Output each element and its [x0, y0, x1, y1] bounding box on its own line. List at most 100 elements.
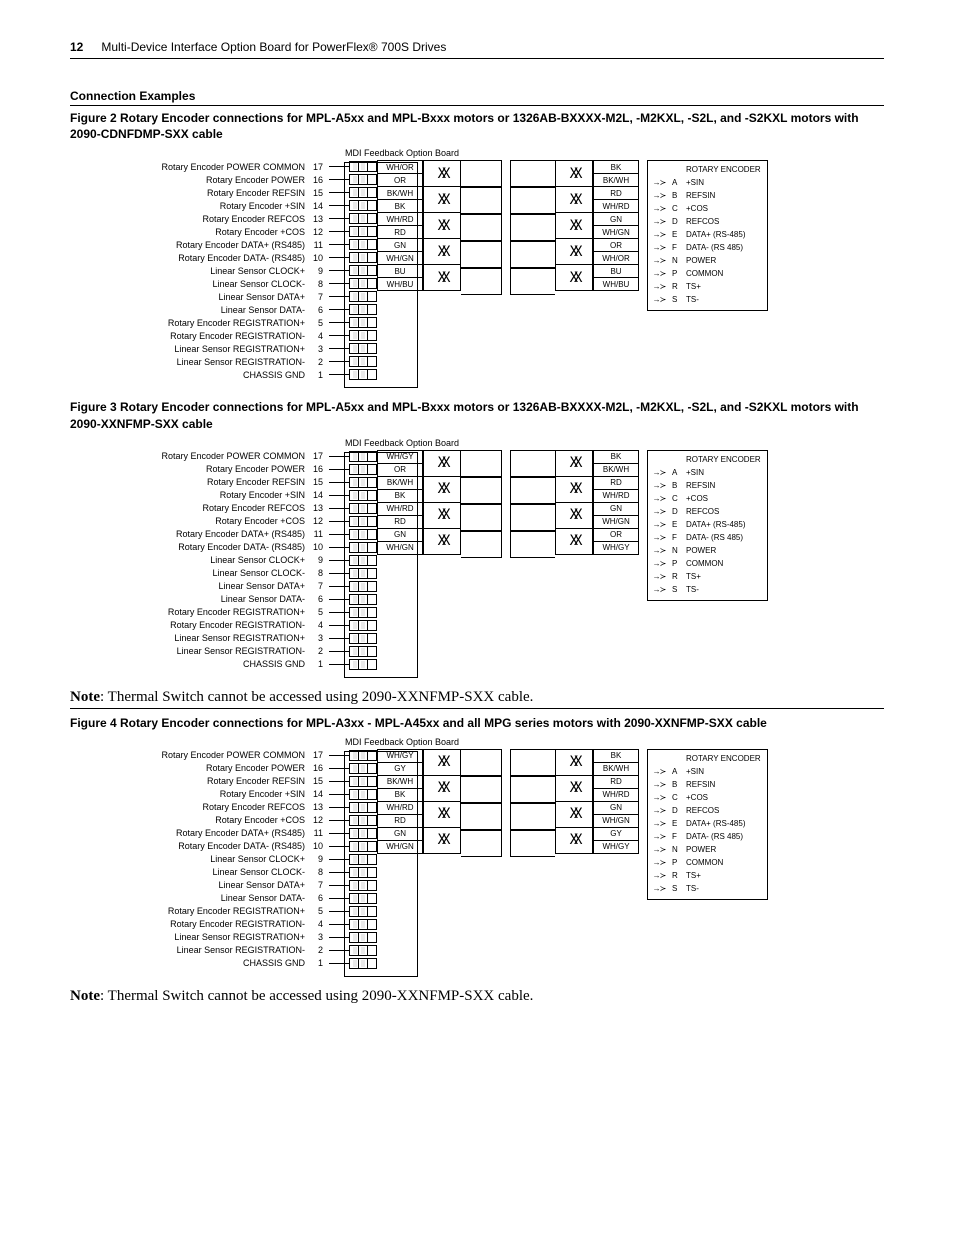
encoder-pin-label: TS+ [686, 282, 701, 291]
encoder-pin-row: →≻C+COS [650, 791, 761, 804]
pin-row: Linear Sensor REGISTRATION-2 [87, 944, 377, 957]
mdi-board-label: MDI Feedback Option Board [345, 438, 867, 448]
pin-row: Linear Sensor DATA-6 [87, 593, 377, 606]
pin-number: 14 [309, 789, 329, 799]
cable-segment [461, 776, 555, 803]
pin-number: 4 [309, 331, 329, 341]
arrow-icon: →≻ [650, 282, 668, 291]
twisted-pair-icon: XX [555, 239, 593, 265]
encoder-pin-letter: B [672, 191, 682, 200]
pin-number: 4 [309, 620, 329, 630]
pin-number: 2 [309, 945, 329, 955]
pin-label: Rotary Encoder REFCOS [87, 802, 309, 812]
arrow-icon: →≻ [650, 819, 668, 828]
arrow-icon: →≻ [650, 871, 668, 880]
wire-color-cell: GN [593, 213, 639, 226]
pin-row: Rotary Encoder POWER16 [87, 762, 377, 775]
cable-segment [461, 241, 555, 268]
pin-row: Linear Sensor DATA+7 [87, 580, 377, 593]
pin-label: Rotary Encoder REGISTRATION- [87, 919, 309, 929]
pin-number: 8 [309, 279, 329, 289]
note-line-2: Note: Thermal Switch cannot be accessed … [70, 988, 884, 1007]
pin-row: Rotary Encoder POWER16 [87, 463, 377, 476]
arrow-icon: →≻ [650, 585, 668, 594]
pin-number: 6 [309, 594, 329, 604]
pin-row: Linear Sensor CLOCK+9 [87, 554, 377, 567]
encoder-pin-label: COMMON [686, 559, 723, 568]
pin-label: Linear Sensor CLOCK+ [87, 266, 309, 276]
pin-label: CHASSIS GND [87, 659, 309, 669]
encoder-pin-letter: E [672, 520, 682, 529]
pin-row: Linear Sensor REGISTRATION-2 [87, 645, 377, 658]
arrow-icon: →≻ [650, 533, 668, 542]
pin-number: 5 [309, 906, 329, 916]
arrow-icon: →≻ [650, 806, 668, 815]
pin-label: Rotary Encoder +COS [87, 516, 309, 526]
wire-color-cell: BK [593, 749, 639, 763]
wire-color-cell: RD [593, 477, 639, 490]
pin-label: Rotary Encoder REFCOS [87, 214, 309, 224]
twisted-pair-icon: XX [423, 213, 461, 239]
pin-row: Rotary Encoder REGISTRATION+5 [87, 316, 377, 329]
encoder-pin-label: REFCOS [686, 507, 719, 516]
pin-label: Rotary Encoder DATA- (RS485) [87, 542, 309, 552]
pin-label: Rotary Encoder +SIN [87, 201, 309, 211]
pin-row: Rotary Encoder REGISTRATION-4 [87, 329, 377, 342]
arrow-icon: →≻ [650, 230, 668, 239]
arrow-icon: →≻ [650, 481, 668, 490]
twisted-pair-icon: XX [423, 749, 461, 776]
encoder-pin-label: REFSIN [686, 191, 715, 200]
pin-label: Rotary Encoder REFSIN [87, 776, 309, 786]
pin-number: 3 [309, 633, 329, 643]
arrow-icon: →≻ [650, 217, 668, 226]
encoder-pin-label: TS+ [686, 572, 701, 581]
encoder-pin-label: POWER [686, 546, 716, 555]
encoder-pin-letter: N [672, 546, 682, 555]
pin-number: 14 [309, 490, 329, 500]
pin-label: Linear Sensor CLOCK+ [87, 555, 309, 565]
pin-label: Linear Sensor CLOCK+ [87, 854, 309, 864]
pin-number: 5 [309, 318, 329, 328]
wire-color-cell: WH/RD [593, 200, 639, 213]
pin-number: 2 [309, 357, 329, 367]
pin-number: 17 [309, 162, 329, 172]
pin-row: Linear Sensor REGISTRATION-2 [87, 355, 377, 368]
pin-label: Linear Sensor DATA- [87, 305, 309, 315]
pin-label: Linear Sensor DATA+ [87, 880, 309, 890]
encoder-pin-letter: F [672, 832, 682, 841]
pin-number: 5 [309, 607, 329, 617]
rotary-encoder-box: ROTARY ENCODER →≻A+SIN→≻BREFSIN→≻C+COS→≻… [647, 160, 768, 311]
encoder-pin-letter: F [672, 533, 682, 542]
pin-number: 7 [309, 880, 329, 890]
encoder-pin-letter: A [672, 178, 682, 187]
arrow-icon: →≻ [650, 572, 668, 581]
encoder-pin-row: →≻FDATA- (RS 485) [650, 241, 761, 254]
encoder-pin-row: →≻NPOWER [650, 843, 761, 856]
encoder-pin-row: →≻RTS+ [650, 570, 761, 583]
arrow-icon: →≻ [650, 468, 668, 477]
encoder-pin-row: →≻PCOMMON [650, 557, 761, 570]
pin-row: Rotary Encoder DATA+ (RS485)11 [87, 827, 377, 840]
encoder-pin-label: +COS [686, 494, 708, 503]
wire-color-cell: OR [593, 239, 639, 252]
twisted-pair-icon: XX [423, 477, 461, 503]
wire-color-cell: BK [593, 160, 639, 174]
twisted-pair-icon: XX [423, 450, 461, 477]
cable-segment [461, 504, 555, 531]
pin-row: Linear Sensor DATA-6 [87, 892, 377, 905]
arrow-icon: →≻ [650, 494, 668, 503]
pin-row: Linear Sensor CLOCK+9 [87, 264, 377, 277]
encoder-pin-label: POWER [686, 845, 716, 854]
arrow-icon: →≻ [650, 793, 668, 802]
pin-number: 1 [309, 370, 329, 380]
encoder-pin-label: REFSIN [686, 481, 715, 490]
encoder-pin-label: +SIN [686, 178, 704, 187]
pin-row: Rotary Encoder REGISTRATION-4 [87, 619, 377, 632]
pin-row: Rotary Encoder REGISTRATION+5 [87, 606, 377, 619]
pin-number: 11 [309, 529, 329, 539]
encoder-pin-letter: P [672, 269, 682, 278]
arrow-icon: →≻ [650, 546, 668, 555]
twisted-pair-icon: XX [555, 477, 593, 503]
pin-number: 16 [309, 464, 329, 474]
pin-label: Rotary Encoder POWER [87, 763, 309, 773]
